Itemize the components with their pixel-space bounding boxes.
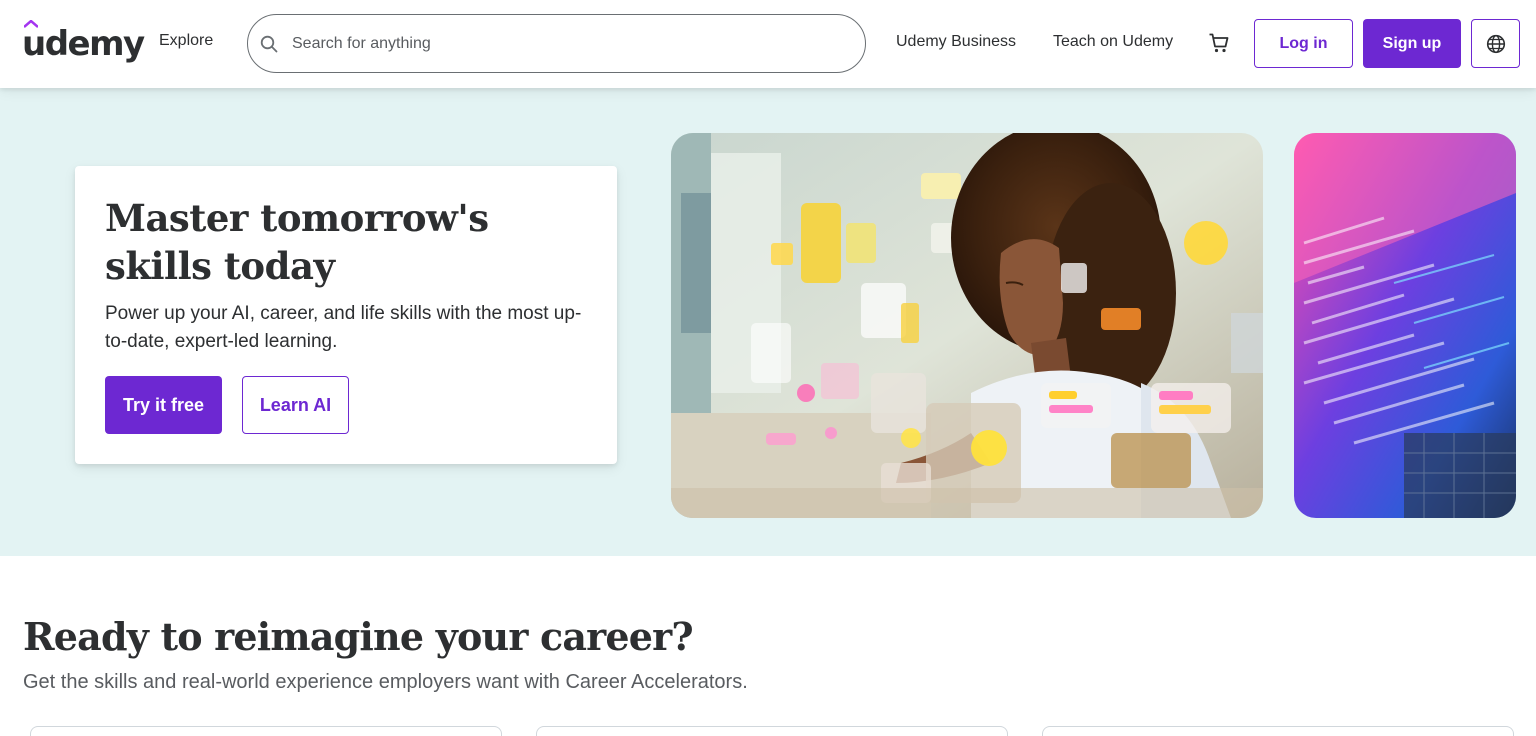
udemy-business-link[interactable]: Udemy Business: [896, 33, 1016, 51]
career-accelerator-card[interactable]: [536, 726, 1008, 736]
logo-text: udemy: [22, 24, 145, 64]
signup-button[interactable]: Sign up: [1363, 19, 1461, 68]
search-bar: [247, 14, 866, 73]
search-icon[interactable]: [260, 35, 278, 53]
hero-banner: Master tomorrow's skills today Power up …: [0, 88, 1536, 556]
top-navigation-bar: udemy Explore Udemy Business Teach on Ud…: [0, 0, 1536, 88]
career-section-title: Ready to reimagine your career?: [23, 614, 694, 659]
learn-ai-button[interactable]: Learn AI: [242, 376, 349, 434]
hero-image-code-glass: [1294, 133, 1516, 518]
hero-card: Master tomorrow's skills today Power up …: [75, 166, 617, 464]
globe-icon: [1486, 34, 1505, 53]
career-section-subtitle: Get the skills and real-world experience…: [23, 671, 748, 693]
language-button[interactable]: [1471, 19, 1520, 68]
explore-menu[interactable]: Explore: [159, 32, 213, 50]
teach-on-udemy-link[interactable]: Teach on Udemy: [1053, 33, 1173, 51]
hero-title: Master tomorrow's skills today: [105, 196, 489, 288]
try-it-free-button[interactable]: Try it free: [105, 376, 222, 434]
login-button[interactable]: Log in: [1254, 19, 1353, 68]
udemy-logo[interactable]: udemy: [22, 20, 145, 66]
logo-mark-icon: [24, 20, 38, 28]
search-input[interactable]: [292, 31, 832, 57]
hero-image-woman-holograms: [671, 133, 1263, 518]
hero-subtitle: Power up your AI, career, and life skill…: [105, 303, 582, 352]
cart-icon[interactable]: [1208, 32, 1230, 54]
career-accelerator-card[interactable]: [30, 726, 502, 736]
career-accelerator-card[interactable]: [1042, 726, 1514, 736]
